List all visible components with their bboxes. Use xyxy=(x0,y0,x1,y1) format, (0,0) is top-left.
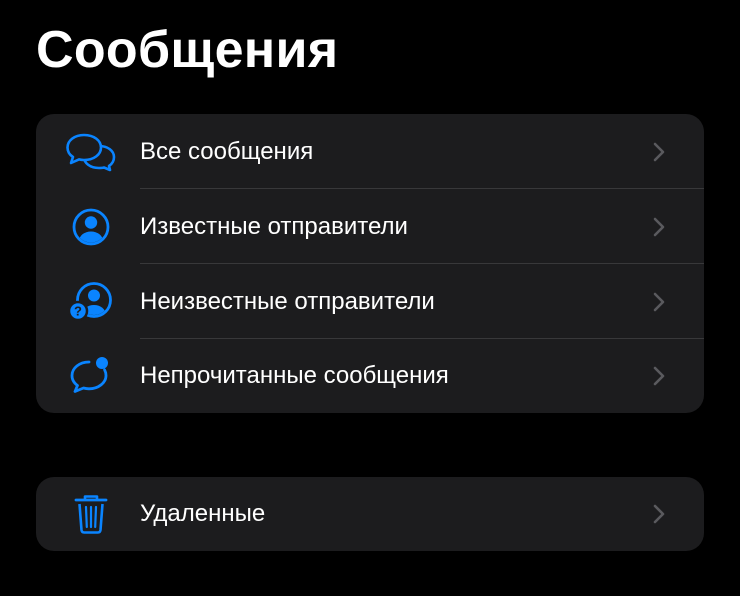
trash-group: Удаленные xyxy=(36,477,704,551)
filter-label: Известные отправители xyxy=(140,212,408,240)
filter-known-senders[interactable]: Известные отправители xyxy=(36,189,704,264)
filter-label: Неизвестные отправители xyxy=(140,287,435,315)
chevron-right-icon xyxy=(653,142,665,161)
unread-bubble-icon xyxy=(66,354,116,398)
filter-unknown-senders[interactable]: ? Неизвестные отправители xyxy=(36,264,704,339)
filter-label: Непрочитанные сообщения xyxy=(140,362,449,389)
chevron-right-icon xyxy=(653,366,665,386)
chevron-right-icon xyxy=(653,292,665,311)
messages-filter-page: Сообщения Все сообщения Известные отправ… xyxy=(0,0,740,596)
page-title: Сообщения xyxy=(36,21,339,79)
person-circle-icon xyxy=(66,205,116,249)
filter-label: Удаленные xyxy=(140,500,266,527)
person-question-icon: ? xyxy=(66,280,116,324)
filter-unread-messages[interactable]: Непрочитанные сообщения xyxy=(36,339,704,413)
filter-all-messages[interactable]: Все сообщения xyxy=(36,114,704,189)
filter-deleted[interactable]: Удаленные xyxy=(36,477,704,551)
filters-group: Все сообщения Известные отправители ? Не… xyxy=(36,114,704,413)
chat-bubbles-icon xyxy=(66,130,116,174)
chevron-right-icon xyxy=(653,504,665,524)
chevron-right-icon xyxy=(653,217,665,236)
filter-label: Все сообщения xyxy=(140,137,314,165)
svg-text:?: ? xyxy=(74,303,82,318)
trash-icon xyxy=(66,492,116,536)
